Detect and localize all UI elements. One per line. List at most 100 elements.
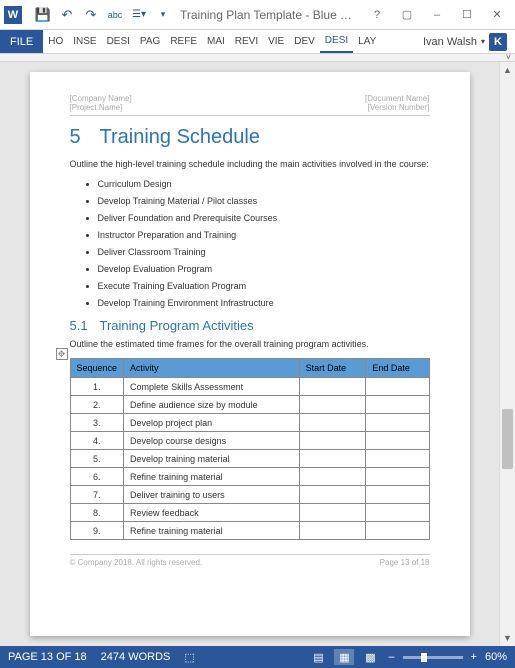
intro-text-2[interactable]: Outline the estimated time frames for th… bbox=[70, 339, 430, 351]
ribbon-tab-desi[interactable]: DESI bbox=[102, 30, 135, 53]
zoom-in-button[interactable]: + bbox=[469, 651, 479, 663]
table-move-handle[interactable]: ✥ bbox=[56, 348, 68, 360]
ribbon-tab-dev[interactable]: DEV bbox=[289, 30, 320, 53]
cell-start-date[interactable] bbox=[299, 414, 366, 432]
ribbon-tab-mai[interactable]: MAI bbox=[202, 30, 230, 53]
vertical-scrollbar[interactable]: ▲ ▼ bbox=[499, 62, 515, 646]
cell-activity[interactable]: Develop course designs bbox=[124, 432, 300, 450]
cell-sequence[interactable]: 8. bbox=[70, 504, 124, 522]
cell-start-date[interactable] bbox=[299, 378, 366, 396]
zoom-slider[interactable] bbox=[403, 656, 463, 659]
scroll-down-button[interactable]: ▼ bbox=[500, 630, 515, 646]
heading-1[interactable]: 5Training Schedule bbox=[70, 126, 430, 149]
cell-end-date[interactable] bbox=[366, 450, 429, 468]
list-item[interactable]: Execute Training Evaluation Program bbox=[98, 281, 430, 291]
help-button[interactable]: ? bbox=[363, 4, 391, 26]
table-header[interactable]: Sequence bbox=[70, 359, 124, 378]
scroll-up-button[interactable]: ▲ bbox=[500, 62, 515, 78]
ribbon-tab-pag[interactable]: PAG bbox=[135, 30, 165, 53]
web-layout-button[interactable]: ▩ bbox=[360, 649, 380, 665]
ribbon-tab-lay[interactable]: LAY bbox=[353, 30, 381, 53]
zoom-out-button[interactable]: – bbox=[386, 651, 396, 663]
table-row[interactable]: 6.Refine training material bbox=[70, 468, 429, 486]
bullet-list[interactable]: Curriculum Design Develop Training Materi… bbox=[70, 179, 430, 308]
list-item[interactable]: Deliver Classroom Training bbox=[98, 247, 430, 257]
cell-sequence[interactable]: 3. bbox=[70, 414, 124, 432]
cell-sequence[interactable]: 4. bbox=[70, 432, 124, 450]
read-mode-button[interactable]: ▤ bbox=[308, 649, 328, 665]
table-row[interactable]: 7.Deliver training to users bbox=[70, 486, 429, 504]
cell-end-date[interactable] bbox=[366, 486, 429, 504]
cell-activity[interactable]: Review feedback bbox=[124, 504, 300, 522]
close-button[interactable]: ✕ bbox=[483, 4, 511, 26]
document-page[interactable]: [Company Name] [Project Name] [Document … bbox=[30, 72, 470, 636]
cell-sequence[interactable]: 9. bbox=[70, 522, 124, 540]
cell-end-date[interactable] bbox=[366, 504, 429, 522]
scroll-track[interactable] bbox=[500, 78, 515, 630]
cell-end-date[interactable] bbox=[366, 522, 429, 540]
list-item[interactable]: Develop Evaluation Program bbox=[98, 264, 430, 274]
table-header[interactable]: End Date bbox=[366, 359, 429, 378]
table-header[interactable]: Activity bbox=[124, 359, 300, 378]
cell-sequence[interactable]: 1. bbox=[70, 378, 124, 396]
touch-mode-button[interactable]: ☰▾ bbox=[128, 4, 150, 26]
qat-customize-button[interactable]: ▾ bbox=[152, 4, 174, 26]
ribbon-tab-ho[interactable]: HO bbox=[43, 30, 68, 53]
ribbon-options-button[interactable]: ▢ bbox=[393, 4, 421, 26]
cell-sequence[interactable]: 2. bbox=[70, 396, 124, 414]
file-tab[interactable]: FILE bbox=[0, 30, 43, 53]
ribbon-tab-desi[interactable]: DESI bbox=[320, 30, 353, 53]
redo-button[interactable]: ↷ bbox=[80, 4, 102, 26]
table-row[interactable]: 8.Review feedback bbox=[70, 504, 429, 522]
cell-activity[interactable]: Refine training material bbox=[124, 468, 300, 486]
cell-start-date[interactable] bbox=[299, 522, 366, 540]
cell-end-date[interactable] bbox=[366, 432, 429, 450]
cell-end-date[interactable] bbox=[366, 396, 429, 414]
cell-activity[interactable]: Define audience size by module bbox=[124, 396, 300, 414]
cell-activity[interactable]: Deliver training to users bbox=[124, 486, 300, 504]
cell-start-date[interactable] bbox=[299, 504, 366, 522]
activities-table[interactable]: SequenceActivityStart DateEnd Date1.Comp… bbox=[70, 358, 430, 540]
cell-end-date[interactable] bbox=[366, 414, 429, 432]
cell-start-date[interactable] bbox=[299, 468, 366, 486]
cell-end-date[interactable] bbox=[366, 468, 429, 486]
cell-sequence[interactable]: 7. bbox=[70, 486, 124, 504]
ribbon-tab-vie[interactable]: VIE bbox=[263, 30, 289, 53]
cell-end-date[interactable] bbox=[366, 378, 429, 396]
table-row[interactable]: 4.Develop course designs bbox=[70, 432, 429, 450]
ribbon-tab-inse[interactable]: INSE bbox=[68, 30, 101, 53]
spellcheck-button[interactable]: abc bbox=[104, 4, 126, 26]
cell-activity[interactable]: Develop training material bbox=[124, 450, 300, 468]
collapse-ribbon-button[interactable]: ˅ bbox=[506, 52, 511, 62]
save-button[interactable]: 💾 bbox=[32, 4, 54, 26]
cell-activity[interactable]: Refine training material bbox=[124, 522, 300, 540]
zoom-level[interactable]: 60% bbox=[485, 651, 507, 663]
list-item[interactable]: Curriculum Design bbox=[98, 179, 430, 189]
table-row[interactable]: 1.Complete Skills Assessment bbox=[70, 378, 429, 396]
list-item[interactable]: Develop Training Material / Pilot classe… bbox=[98, 196, 430, 206]
maximize-button[interactable]: ☐ bbox=[453, 4, 481, 26]
heading-2[interactable]: 5.1Training Program Activities bbox=[70, 318, 430, 333]
ribbon-tab-refe[interactable]: REFE bbox=[165, 30, 202, 53]
ribbon-tab-revi[interactable]: REVI bbox=[230, 30, 263, 53]
print-layout-button[interactable]: ▦ bbox=[334, 649, 354, 665]
minimize-button[interactable]: – bbox=[423, 4, 451, 26]
intro-text[interactable]: Outline the high-level training schedule… bbox=[70, 159, 430, 171]
table-row[interactable]: 3.Develop project plan bbox=[70, 414, 429, 432]
cell-activity[interactable]: Develop project plan bbox=[124, 414, 300, 432]
table-row[interactable]: 9.Refine training material bbox=[70, 522, 429, 540]
cell-start-date[interactable] bbox=[299, 450, 366, 468]
cell-start-date[interactable] bbox=[299, 432, 366, 450]
cell-start-date[interactable] bbox=[299, 396, 366, 414]
table-row[interactable]: 2.Define audience size by module bbox=[70, 396, 429, 414]
word-count-status[interactable]: 2474 WORDS bbox=[101, 651, 171, 663]
user-account-button[interactable]: Ivan Walsh ▾ K bbox=[419, 30, 511, 53]
table-row[interactable]: 5.Develop training material bbox=[70, 450, 429, 468]
proofing-status[interactable]: ⬚ bbox=[184, 651, 194, 664]
page-count-status[interactable]: PAGE 13 OF 18 bbox=[8, 651, 87, 663]
cell-sequence[interactable]: 6. bbox=[70, 468, 124, 486]
list-item[interactable]: Instructor Preparation and Training bbox=[98, 230, 430, 240]
cell-sequence[interactable]: 5. bbox=[70, 450, 124, 468]
list-item[interactable]: Develop Training Environment Infrastruct… bbox=[98, 298, 430, 308]
list-item[interactable]: Deliver Foundation and Prerequisite Cour… bbox=[98, 213, 430, 223]
